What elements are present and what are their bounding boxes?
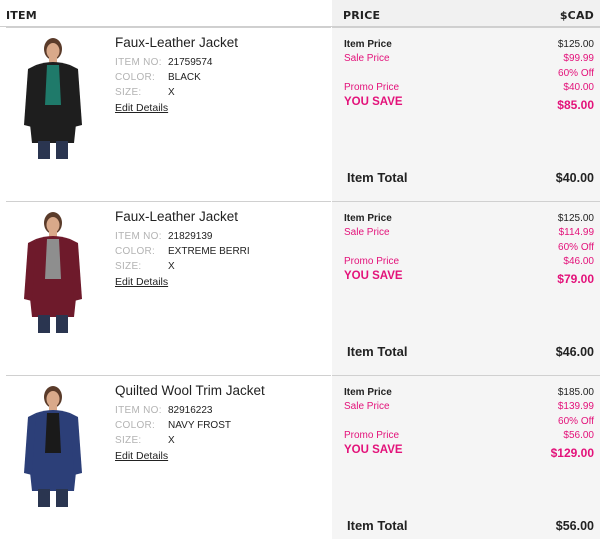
item-no-value: 21829139 [168, 231, 213, 242]
you-save-label: YOU SAVE [344, 270, 403, 282]
item-total-label: Item Total [347, 170, 408, 185]
promo-price-label: Promo Price [344, 256, 400, 267]
item-price-value: $185.00 [557, 387, 594, 398]
item-total-value: $56.00 [555, 519, 594, 533]
row-divider [332, 27, 600, 28]
sale-price-value: $139.99 [557, 401, 594, 412]
edit-details-link[interactable]: Edit Details [115, 276, 168, 288]
item-total-value: $40.00 [555, 171, 594, 185]
header-item: ITEM [6, 9, 37, 22]
item-price-value: $125.00 [557, 39, 594, 50]
promo-price-value: $56.00 [563, 430, 594, 441]
size-label: SIZE: [115, 435, 142, 446]
color-label: COLOR: [115, 420, 156, 431]
promo-price-label: Promo Price [344, 82, 400, 93]
header-currency: $CAD [559, 9, 594, 22]
sale-price-label: Sale Price [344, 53, 390, 64]
cart-header: ITEM PRICE $CAD [0, 0, 600, 27]
item-no-label: ITEM NO: [115, 57, 162, 68]
sale-price-label: Sale Price [344, 401, 390, 412]
color-label: COLOR: [115, 246, 156, 257]
discount-badge: 60% Off [558, 416, 594, 427]
sale-price-value: $114.99 [558, 227, 594, 238]
size-value: X [168, 435, 175, 446]
size-label: SIZE: [115, 87, 142, 98]
item-color: COLOR: NAVY FROST [115, 420, 231, 431]
promo-price-value: $46.00 [563, 256, 594, 267]
item-price-value: $125.00 [557, 213, 594, 224]
promo-price-label: Promo Price [344, 430, 400, 441]
model-berry-leather-jacket-icon [12, 209, 94, 334]
item-total-value: $46.00 [555, 345, 594, 359]
item-size: SIZE: X [115, 261, 175, 272]
item-color: COLOR: BLACK [115, 72, 201, 83]
cart-item-row: Faux-Leather Jacket ITEM NO: 21829139 COL… [0, 201, 600, 375]
row-divider [332, 201, 600, 202]
color-value: NAVY FROST [168, 420, 231, 431]
model-navy-quilted-jacket-icon [12, 383, 94, 508]
color-value: EXTREME BERRI [168, 246, 250, 257]
item-total-label: Item Total [347, 344, 408, 359]
product-name[interactable]: Faux-Leather Jacket [115, 35, 238, 50]
you-save-label: YOU SAVE [344, 444, 403, 456]
header-price: PRICE [343, 9, 381, 22]
item-number: ITEM NO: 21829139 [115, 231, 213, 242]
size-label: SIZE: [115, 261, 142, 272]
color-label: COLOR: [115, 72, 156, 83]
size-value: X [168, 261, 175, 272]
discount-badge: 60% Off [558, 68, 594, 79]
you-save-label: YOU SAVE [344, 96, 403, 108]
product-name[interactable]: Faux-Leather Jacket [115, 209, 238, 224]
size-value: X [168, 87, 175, 98]
item-color: COLOR: EXTREME BERRI [115, 246, 250, 257]
item-price-label: Item Price [344, 39, 392, 50]
row-divider [6, 375, 331, 376]
row-divider [6, 27, 331, 28]
sale-price-value: $99.99 [563, 53, 594, 64]
product-name[interactable]: Quilted Wool Trim Jacket [115, 383, 265, 398]
item-no-value: 21759574 [168, 57, 213, 68]
item-price-label: Item Price [344, 213, 392, 224]
discount-badge: 60% Off [558, 242, 594, 253]
promo-price-value: $40.00 [563, 82, 594, 93]
edit-details-link[interactable]: Edit Details [115, 102, 168, 114]
cart-item-row: Faux-Leather Jacket ITEM NO: 21759574 COL… [0, 27, 600, 201]
item-no-label: ITEM NO: [115, 231, 162, 242]
item-number: ITEM NO: 21759574 [115, 57, 213, 68]
header-left-bg [0, 0, 332, 27]
item-no-value: 82916223 [168, 405, 213, 416]
you-save-value: $129.00 [550, 446, 594, 460]
item-price-label: Item Price [344, 387, 392, 398]
item-total-label: Item Total [347, 518, 408, 533]
model-black-leather-jacket-icon [12, 35, 94, 160]
row-divider [6, 201, 331, 202]
item-size: SIZE: X [115, 87, 175, 98]
cart-item-row: Quilted Wool Trim Jacket ITEM NO: 8291622… [0, 375, 600, 539]
edit-details-link[interactable]: Edit Details [115, 450, 168, 462]
product-image[interactable] [12, 383, 94, 508]
you-save-value: $79.00 [557, 272, 594, 286]
color-value: BLACK [168, 72, 201, 83]
item-number: ITEM NO: 82916223 [115, 405, 213, 416]
product-image[interactable] [12, 35, 94, 160]
item-no-label: ITEM NO: [115, 405, 162, 416]
row-divider [332, 375, 600, 376]
you-save-value: $85.00 [557, 98, 594, 112]
item-size: SIZE: X [115, 435, 175, 446]
product-image[interactable] [12, 209, 94, 334]
sale-price-label: Sale Price [344, 227, 390, 238]
